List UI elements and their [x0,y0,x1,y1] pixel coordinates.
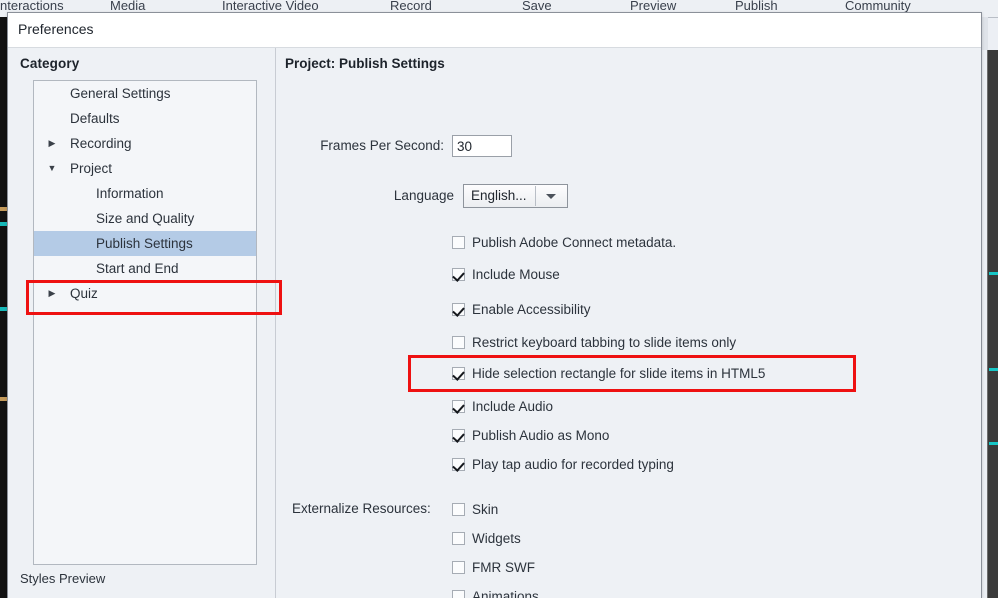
sidebar-item-label: Project [70,161,113,176]
right-edge-panel[interactable] [987,50,998,598]
checkbox-label: Publish Adobe Connect metadata. [472,235,677,250]
category-header: Category [20,56,80,71]
checkbox-unchecked-icon[interactable] [452,532,465,545]
sidebar-item-defaults[interactable]: Defaults [34,106,256,131]
sidebar-item-size-and-quality[interactable]: Size and Quality [34,206,256,231]
chevron-right-icon[interactable]: ▶ [44,131,60,156]
dialog-title-bar[interactable]: Preferences [8,13,981,48]
checkbox-label: Enable Accessibility [472,302,591,317]
checkbox-unchecked-icon[interactable] [452,503,465,516]
sidebar-item-label: Defaults [70,111,120,126]
checkbox-unchecked-icon[interactable] [452,561,465,574]
checkbox-label: Publish Audio as Mono [472,428,610,443]
sidebar-item-label: Quiz [70,286,98,301]
checkbox-unchecked-icon[interactable] [452,590,465,598]
checkbox-checked-icon[interactable] [452,268,465,281]
checkbox-label: Hide selection rectangle for slide items… [472,366,766,381]
checkbox-checked-icon[interactable] [452,458,465,471]
externalize-resources-label: Externalize Resources: [292,501,431,516]
preferences-dialog: Preferences Category General Settings Def… [7,12,982,598]
fps-input[interactable] [452,135,512,157]
sidebar-item-start-and-end[interactable]: Start and End [34,256,256,281]
category-tree[interactable]: General Settings Defaults ▶ Recording ▼ Proje… [33,80,257,565]
checkbox-checked-icon[interactable] [452,367,465,380]
checkbox-checked-icon[interactable] [452,303,465,316]
sidebar-item-label: General Settings [70,86,171,101]
sidebar-item-recording[interactable]: ▶ Recording [34,131,256,156]
checkbox-label: Restrict keyboard tabbing to slide items… [472,335,737,350]
sidebar-item-label: Publish Settings [96,236,193,251]
checkbox-label: Include Mouse [472,267,560,282]
screen-root: nteractions Media Interactive Video Record S… [0,0,998,598]
checkbox-checked-icon[interactable] [452,429,465,442]
language-value: English... [471,188,527,203]
checkbox-label: Skin [472,502,499,517]
chevron-right-icon[interactable]: ▶ [44,281,60,306]
timeline-tick [989,272,998,275]
sidebar-item-quiz[interactable]: ▶ Quiz [34,281,256,306]
sidebar-item-general-settings[interactable]: General Settings [34,81,256,106]
dialog-body: Category General Settings Defaults ▶ Record… [8,48,981,598]
sidebar-item-label: Information [96,186,164,201]
dropdown-separator [535,186,536,206]
timeline-tick [989,368,998,371]
sidebar-item-label: Size and Quality [96,211,195,226]
chevron-down-icon [546,194,556,199]
pane-title: Project: Publish Settings [285,56,445,71]
checkbox-label: FMR SWF [472,560,535,575]
timeline-tick [989,442,998,445]
checkbox-checked-icon[interactable] [452,400,465,413]
language-dropdown[interactable]: English... [463,184,568,208]
checkbox-label: Widgets [472,531,521,546]
sidebar-item-information[interactable]: Information [34,181,256,206]
checkbox-label: Include Audio [472,399,554,414]
checkbox-unchecked-icon[interactable] [452,236,465,249]
checkbox-label: Play tap audio for recorded typing [472,457,674,472]
language-label: Language [393,188,454,203]
chevron-down-icon[interactable]: ▼ [44,156,60,181]
sidebar-item-label: Recording [70,136,132,151]
checkbox-label: Animations [472,589,539,598]
fps-label: Frames Per Second: [320,138,444,153]
sidebar-item-project[interactable]: ▼ Project [34,156,256,181]
sidebar-item-publish-settings[interactable]: Publish Settings [34,231,256,256]
dialog-title: Preferences [18,21,94,37]
styles-preview-label[interactable]: Styles Preview [20,571,105,586]
checkbox-unchecked-icon[interactable] [452,336,465,349]
sidebar-item-label: Start and End [96,261,179,276]
